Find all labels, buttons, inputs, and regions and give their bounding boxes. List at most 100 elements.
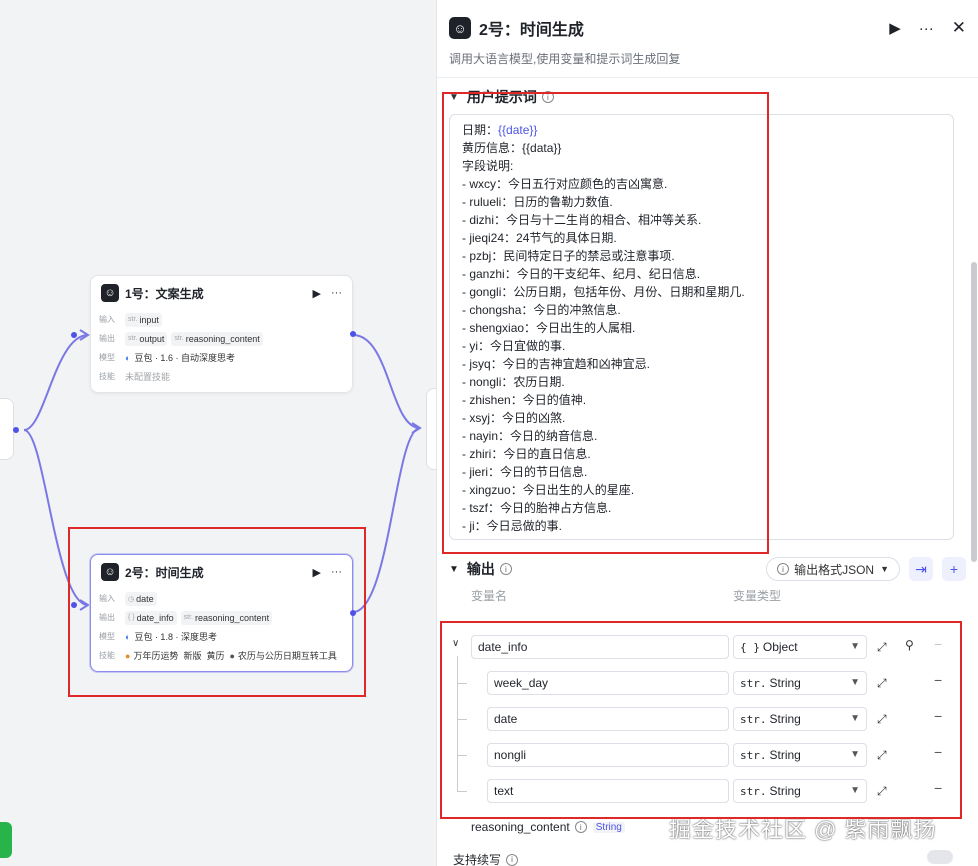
remove-icon[interactable]: − — [934, 672, 942, 688]
var-name-input[interactable]: date_info — [471, 635, 729, 659]
chevron-down-icon: ▼ — [880, 564, 889, 574]
var-type-select[interactable]: str. String ▼ — [733, 743, 867, 767]
panel-scrollbar[interactable] — [971, 262, 977, 562]
remove-icon[interactable]: − — [934, 744, 942, 760]
var-type-select[interactable]: str. String ▼ — [733, 671, 867, 695]
close-icon[interactable]: ✕ — [952, 18, 966, 38]
start-node-stub[interactable] — [0, 398, 14, 460]
model-icon: ◐ — [125, 631, 131, 642]
var-name-input[interactable]: date — [487, 707, 729, 731]
col-header-name: 变量名 — [471, 588, 508, 603]
info-icon[interactable]: i — [574, 821, 587, 833]
expand-icon[interactable]: ⤢ — [877, 676, 887, 691]
continue-write-toggle[interactable] — [927, 850, 953, 864]
skill-value: 新版 — [183, 651, 202, 661]
chevron-down-icon[interactable]: ∨ — [452, 638, 459, 649]
llm-logo-icon: ☺ — [101, 563, 119, 581]
continue-write-row: 支持续写 i — [453, 851, 519, 866]
panel-title[interactable]: 2号：时间生成 — [479, 16, 871, 40]
skill-icon: ● — [125, 650, 131, 661]
expand-icon[interactable]: ⤢ — [877, 712, 887, 727]
model-value: 豆包 · 1.8 · 深度思考 — [134, 632, 217, 642]
prompt-line: - shengxiao：今日出生的人属相. — [462, 321, 636, 335]
output-vars-tree: ∨ date_info { } Object ▼ ⤢ ⚲ − week_day st… — [437, 630, 978, 810]
prompt-line: 日期：{{date}} — [462, 123, 538, 137]
prompt-line: - nongli：农历日期. — [462, 375, 565, 389]
prompt-line: - xsyj：今日的凶煞. — [462, 411, 566, 425]
section-title: 输出 — [466, 561, 495, 577]
panel-description: 调用大语言模型,使用变量和提示词生成回复 — [449, 52, 681, 66]
col-header-type: 变量类型 — [733, 588, 782, 603]
run-icon[interactable]: ▶ — [313, 566, 321, 579]
edge-layer — [23, 329, 422, 613]
run-icon[interactable]: ▶ — [889, 19, 901, 37]
output-var-tag: str. reasoning_content — [180, 610, 273, 625]
skill-value: 未配置技能 — [125, 372, 171, 382]
more-icon[interactable]: ··· — [919, 20, 934, 37]
remove-icon: − — [934, 636, 943, 652]
prompt-line: - zhishen：今日的值神. — [462, 393, 587, 407]
model-value: 豆包 · 1.6 · 自动深度思考 — [134, 353, 235, 363]
llm-logo-icon: ☺ — [101, 284, 119, 302]
var-name-input[interactable]: text — [487, 779, 729, 803]
remove-icon[interactable]: − — [934, 780, 942, 796]
more-icon[interactable]: ··· — [331, 566, 342, 578]
output-format-select[interactable]: i 输出格式JSON ▼ — [766, 557, 900, 581]
end-node-stub[interactable] — [426, 388, 436, 470]
prompt-line: - jsyq：今日的吉神宜趋和凶神宜忌. — [462, 357, 651, 371]
node-title: 2号：时间生成 — [125, 565, 204, 580]
input-var-tag: str. input — [125, 312, 162, 327]
info-icon[interactable]: i — [541, 91, 554, 103]
node1-out-port[interactable] — [350, 331, 356, 337]
expand-icon[interactable]: ⤢ — [877, 640, 887, 655]
section-title: 用户提示词 — [466, 89, 537, 105]
input-var-tag: ◷ date — [125, 591, 157, 606]
llm-logo-icon: ☺ — [449, 17, 471, 39]
more-icon[interactable]: ··· — [331, 287, 342, 299]
output-var-tag: str. reasoning_content — [171, 331, 263, 346]
prompt-line: 黄历信息：{{data}} — [462, 141, 562, 155]
prompt-line: - nayin：今日的纳音信息. — [462, 429, 598, 443]
llm-node-1[interactable]: ☺ 1号：文案生成 ▶ ··· 输入 str. input 输出 str. outp… — [90, 275, 353, 393]
skill-value: 黄历 — [206, 651, 225, 661]
expand-icon[interactable]: ⤢ — [877, 784, 887, 799]
expand-icon[interactable]: ⤢ — [877, 748, 887, 763]
prompt-line: - jieqi24：24节气的具体日期. — [462, 231, 617, 245]
add-child-icon[interactable]: ⚲ — [905, 638, 914, 652]
llm-node-2[interactable]: ☺ 2号：时间生成 ▶ ··· 输入 ◷ date 输出 { } date_info… — [90, 554, 353, 672]
chevron-down-icon[interactable]: ▼ — [449, 92, 459, 103]
prompt-line: - ji：今日忌做的事. — [462, 519, 562, 533]
output-var-tag: { } date_info — [125, 610, 177, 625]
var-name-input[interactable]: nongli — [487, 743, 729, 767]
prompt-line: - tszf：今日的胎神占方信息. — [462, 501, 612, 515]
node1-in-port[interactable] — [71, 332, 77, 338]
watermark: 掘金技术社区 @ 紫雨飘扬 — [669, 817, 937, 842]
workflow-canvas[interactable]: ☺ 1号：文案生成 ▶ ··· 输入 str. input 输出 str. outp… — [0, 0, 436, 866]
var-type-select[interactable]: str. String ▼ — [733, 707, 867, 731]
remove-icon[interactable]: − — [934, 708, 942, 724]
canvas-action-button[interactable] — [0, 822, 12, 858]
info-icon[interactable]: i — [506, 853, 519, 866]
user-prompt-editor[interactable]: 日期：{{date}} 黄历信息：{{data}} 字段说明: - wxcy：今日五行… — [449, 114, 954, 540]
prompt-line: - pzbj：民间特定日子的禁忌或注意事项. — [462, 249, 675, 263]
prompt-line: - rulueli：日历的鲁勒力数值. — [462, 195, 613, 209]
var-type-select[interactable]: { } Object ▼ — [733, 635, 867, 659]
chevron-down-icon[interactable]: ▼ — [449, 564, 459, 575]
skill-value: 万年历运势 — [133, 651, 179, 661]
skill-icon: ● — [229, 650, 235, 661]
run-icon[interactable]: ▶ — [313, 287, 321, 300]
add-output-button[interactable]: + — [942, 557, 966, 581]
node2-out-port[interactable] — [350, 610, 356, 616]
skill-value: 农历与公历日期互转工具 — [237, 651, 337, 661]
prompt-line: - jieri：今日的节日信息. — [462, 465, 588, 479]
var-name-input[interactable]: week_day — [487, 671, 729, 695]
info-icon[interactable]: i — [499, 563, 512, 575]
reasoning-output-row: reasoning_content i String — [471, 820, 625, 834]
prompt-line: - dizhi：今日与十二生肖的相合、相冲等关系. — [462, 213, 702, 227]
node2-in-port[interactable] — [71, 602, 77, 608]
import-button[interactable]: ⇥ — [909, 557, 933, 581]
start-node-port[interactable] — [13, 427, 19, 433]
var-type-select[interactable]: str. String ▼ — [733, 779, 867, 803]
output-var-tag: str. output — [125, 331, 168, 346]
node-settings-panel: ☺ 2号：时间生成 ▶ ··· ✕ 调用大语言模型,使用变量和提示词生成回复 ▼… — [436, 0, 978, 866]
